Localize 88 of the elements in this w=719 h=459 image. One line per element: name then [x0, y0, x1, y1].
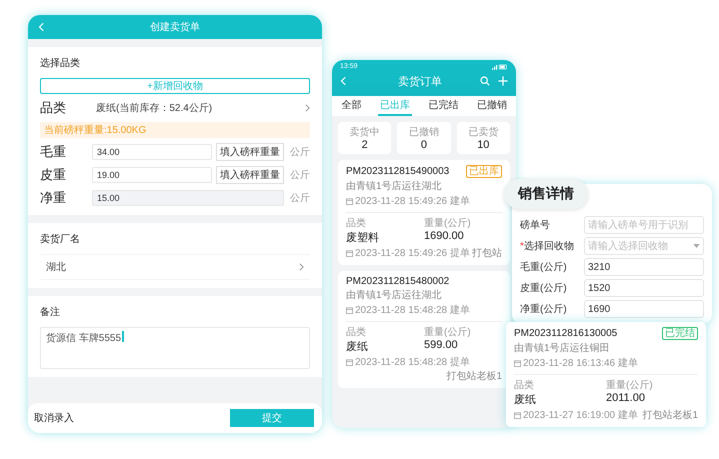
tab[interactable]: 全部: [339, 96, 364, 116]
field-label: 毛重: [40, 143, 67, 161]
calendar-icon: [346, 358, 353, 366]
stat-value: 10: [477, 139, 490, 151]
calendar-icon: [346, 306, 353, 314]
add-icon[interactable]: [498, 76, 508, 86]
field-label: 皮重(公斤): [520, 282, 568, 295]
section-heading: 备注: [40, 306, 61, 320]
dropdown-icon: [693, 244, 700, 248]
weight-value: 2011.00: [606, 392, 646, 406]
tab[interactable]: 已撤销: [474, 96, 509, 116]
submit-time: 2023-11-28 15:48:28 提单: [355, 356, 470, 369]
product-name: 废纸: [514, 392, 537, 407]
created-time: 2023-11-28 16:13:46 建单: [523, 356, 638, 370]
field-label: 磅单号: [520, 218, 551, 232]
weight-value: 599.00: [424, 339, 459, 353]
stat-label: 已卖货: [468, 126, 498, 139]
field-label: 净重: [40, 189, 67, 207]
field-label: 皮重: [40, 166, 67, 184]
route-text: 由青镇1号店运往湖北: [346, 180, 443, 193]
column-label: 重量(公斤): [424, 326, 472, 339]
chevron-right-icon: [299, 263, 304, 271]
stat-value: 2: [362, 139, 368, 151]
unit-label: 公斤: [289, 192, 310, 205]
status-tag: 已出库: [466, 165, 502, 178]
detail-title: 销售详情: [504, 179, 588, 209]
route-text: 由青镇1号店运往湖北: [346, 288, 443, 302]
calendar-icon: [346, 198, 353, 204]
created-time: 2023-11-28 15:48:28 建单: [355, 304, 470, 317]
window-title: 创建卖货单: [149, 20, 201, 34]
field-label: 品类: [40, 99, 67, 117]
note-field[interactable]: 货源信 车牌5555: [40, 327, 310, 369]
unit-label: 公斤: [289, 146, 310, 159]
field-label: 毛重(公斤): [520, 260, 568, 274]
column-label: 品类: [346, 216, 367, 230]
field-label: 净重(公斤): [520, 302, 568, 316]
section-heading: 卖货厂名: [40, 232, 81, 247]
column-label: 品类: [514, 378, 535, 392]
section-heading: 选择品类: [40, 56, 81, 71]
operator-name: 打包站老板1: [446, 370, 502, 383]
weight-input[interactable]: 19.00: [92, 167, 212, 183]
unit-label: 公斤: [289, 168, 310, 182]
back-icon[interactable]: [38, 22, 44, 32]
field-label: *选择回收物: [520, 240, 575, 253]
status-tag: 已完结: [662, 327, 698, 340]
stat-label: 卖货中: [350, 126, 380, 139]
order-card[interactable]: PM2023112815490003 已出库 由青镇1号店运往湖北 2023-11-28 15:49:26 建单 品类 重量(公斤) 废塑料 1690.00 2023-11-28 15:49:26 提单 打包站: [338, 160, 510, 265]
weight-input[interactable]: 15.00: [92, 190, 284, 206]
signal-battery-icon: [492, 64, 508, 70]
submit-time: 2023-11-28 15:49:26 提单: [355, 246, 470, 260]
calendar-icon: [514, 412, 521, 418]
scale-notice: 当前磅秤重量:15.00KG: [40, 122, 310, 138]
column-label: 品类: [346, 326, 367, 339]
chevron-right-icon: [305, 104, 310, 112]
operator-name: 打包站老板1: [642, 408, 698, 422]
operator-name: 打包站: [472, 246, 502, 260]
submit-time: 2023-11-27 16:19:00 建单: [523, 408, 638, 422]
column-label: 重量(公斤): [424, 216, 472, 230]
calendar-icon: [346, 250, 353, 256]
calendar-icon: [514, 360, 521, 366]
input-field[interactable]: 3210: [584, 258, 704, 276]
stat-label: 已撤销: [408, 126, 439, 139]
cancel-button[interactable]: 取消录入: [32, 409, 76, 427]
column-label: 重量(公斤): [606, 378, 654, 392]
factory-select[interactable]: 湖北: [40, 254, 310, 280]
order-number: PM2023112815480002: [346, 276, 450, 287]
product-name: 废纸: [346, 340, 369, 354]
order-card[interactable]: PM2023112816130005 已完结 由青镇1号店运往铜田 2023-11-28 16:13:46 建单 品类 重量(公斤) 废纸 2011.00 2023-11-27 16:19:00 建单 打包站老板1: [506, 322, 706, 427]
fill-weight-button[interactable]: 填入磅秤重量: [216, 166, 284, 184]
fill-weight-button[interactable]: 填入磅秤重量: [216, 143, 284, 161]
stat-value: 0: [420, 139, 428, 151]
order-number: PM2023112816130005: [514, 328, 618, 339]
search-icon[interactable]: [480, 76, 490, 86]
tab[interactable]: 已完结: [426, 96, 460, 116]
weight-input[interactable]: 34.00: [92, 144, 212, 160]
route-text: 由青镇1号店运往铜田: [514, 342, 611, 355]
order-number: PM2023112815490003: [346, 166, 450, 177]
product-name: 废塑料: [346, 230, 380, 245]
category-value[interactable]: 废纸(当前库存：52.4公斤): [96, 101, 297, 115]
input-field[interactable]: 1690: [584, 300, 704, 318]
screen-title: 卖货订单: [397, 74, 443, 88]
weight-value: 1690.00: [424, 230, 465, 244]
back-icon[interactable]: [340, 76, 346, 86]
input-field[interactable]: 1520: [584, 279, 704, 297]
input-field[interactable]: 请输入磅单号用于识别: [584, 216, 704, 234]
order-card[interactable]: PM2023112815480002 由青镇1号店运往湖北 2023-11-28 15:48:28 建单 品类 重量(公斤) 废纸 599.00 2023-11-28 15:48:28 提单 打包站老板1: [338, 271, 510, 388]
text-cursor: [122, 331, 124, 342]
created-time: 2023-11-28 15:49:26 建单: [355, 194, 470, 208]
